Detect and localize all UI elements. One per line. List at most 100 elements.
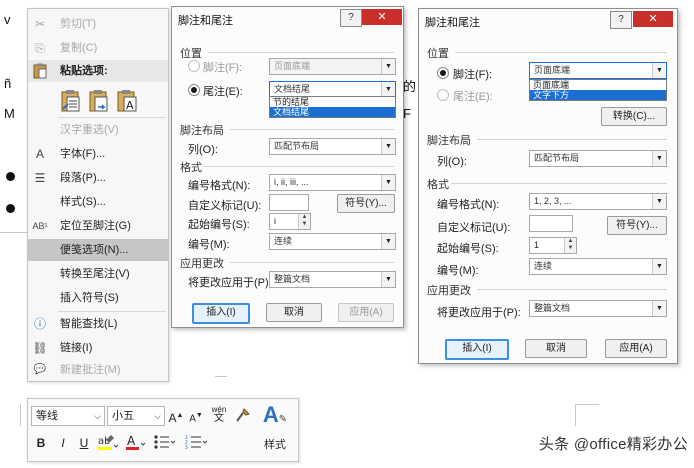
select-value: i, ii, iii, ...: [274, 177, 309, 187]
menu-header-paste-options: 粘贴选项:: [28, 60, 168, 82]
number-format-label: 编号格式(N):: [437, 199, 500, 211]
endnote-radio[interactable]: [188, 84, 200, 96]
section-divider: [455, 52, 667, 53]
spin-arrows-icon[interactable]: ▲ ▼: [564, 238, 576, 253]
font-name-select[interactable]: 等线 ⌵: [31, 406, 105, 426]
chevron-down-icon: ▼: [381, 82, 395, 97]
chevron-down-icon: ▼: [652, 151, 666, 166]
footnote-icon: AB¹: [32, 221, 48, 231]
start-at-stepper[interactable]: 1 ▲ ▼: [529, 237, 577, 254]
section-format: 格式: [427, 179, 449, 191]
start-at-stepper[interactable]: i ▲ ▼: [269, 213, 311, 230]
footnote-position-select[interactable]: 页面底端 ▼: [269, 58, 396, 75]
menu-item-copy[interactable]: ⎘ 复制(C): [28, 37, 168, 59]
numbering-label: 编号(M):: [188, 239, 230, 251]
grow-font-icon[interactable]: A▲: [168, 408, 184, 426]
menu-item-note-options[interactable]: 便笺选项(N)...: [28, 239, 168, 261]
menu-item-new-comment[interactable]: 💬 新建批注(M): [28, 359, 168, 381]
help-button[interactable]: ?: [340, 9, 362, 27]
format-painter-icon[interactable]: [234, 407, 252, 427]
convert-button[interactable]: 转换(C)...: [601, 107, 667, 126]
document-rule: [215, 376, 227, 377]
menu-item-cut[interactable]: ✂ 剪切(T): [28, 13, 168, 35]
phonetic-guide-icon[interactable]: wén 文: [208, 405, 230, 424]
select-value: 匹配节布局: [534, 153, 580, 163]
close-button[interactable]: ✕: [362, 9, 402, 25]
menu-item-smart-lookup[interactable]: ⓘ 智能查找(L): [28, 313, 168, 335]
menu-item-label: 新建批注(M): [60, 364, 121, 376]
chevron-down-icon: ▼: [652, 194, 666, 209]
highlight-color-icon[interactable]: ab: [96, 433, 120, 455]
apply-to-select[interactable]: 整篇文档 ▼: [529, 300, 667, 317]
section-position: 位置: [180, 48, 202, 60]
close-button[interactable]: ✕: [633, 11, 673, 27]
cancel-button[interactable]: 取消: [266, 303, 322, 322]
menu-item-link[interactable]: ⛓ 链接(I): [28, 337, 168, 359]
watermark: 头条 @office精彩办公: [538, 436, 688, 453]
styles-icon[interactable]: A✎: [258, 403, 292, 432]
paste-text-only-icon[interactable]: A: [116, 89, 140, 113]
dropdown-option-selected[interactable]: 文字下方: [530, 90, 666, 100]
mini-toolbar: 等线 ⌵ 小五 ⌵ A▲ A▼ wén 文 A✎ 样式 B I U ab A 123: [27, 398, 299, 462]
custom-mark-input[interactable]: [269, 194, 309, 211]
insert-button[interactable]: 插入(I): [192, 303, 250, 324]
paragraph-icon: ☰: [34, 171, 46, 185]
menu-item-goto-footnote[interactable]: AB¹ 定位至脚注(G): [28, 215, 168, 237]
chevron-down-icon: ▼: [652, 63, 666, 78]
symbol-button[interactable]: 符号(Y)...: [607, 216, 667, 235]
menu-separator: [58, 117, 166, 118]
styles-label: 样式: [264, 439, 286, 451]
apply-to-select[interactable]: 整篇文档 ▼: [269, 271, 396, 288]
underline-button[interactable]: U: [77, 435, 91, 451]
menu-item-font[interactable]: A 字体(F)...: [28, 143, 168, 165]
columns-select[interactable]: 匹配节布局 ▼: [529, 150, 667, 167]
paste-merge-format-icon[interactable]: [88, 89, 112, 113]
select-value: 页面底端: [274, 61, 311, 71]
section-divider: [477, 139, 667, 140]
dropdown-option[interactable]: 页面底端: [530, 80, 666, 90]
bold-button[interactable]: B: [34, 435, 48, 451]
menu-item-style[interactable]: 样式(S)...: [28, 191, 168, 213]
menu-separator: [58, 311, 166, 312]
italic-button[interactable]: I: [56, 435, 70, 451]
chevron-down-icon: ▼: [381, 59, 395, 74]
footnote-radio[interactable]: [188, 60, 200, 72]
menu-item-label: 汉字重选(V): [60, 124, 119, 136]
apply-button[interactable]: 应用(A): [338, 303, 394, 322]
symbol-button[interactable]: 符号(Y)...: [337, 194, 395, 213]
numbering-select[interactable]: 连续 ▼: [269, 233, 396, 250]
select-value: 小五: [112, 410, 134, 422]
menu-item-paragraph[interactable]: ☰ 段落(P)...: [28, 167, 168, 189]
footnote-radio[interactable]: [437, 67, 449, 79]
menu-item-label: 粘贴选项:: [60, 65, 108, 77]
columns-label: 列(O):: [437, 156, 467, 168]
custom-mark-input[interactable]: [529, 215, 573, 232]
svg-text:A: A: [127, 434, 136, 448]
menu-item-hanzi-reselect[interactable]: 汉字重选(V): [28, 119, 168, 141]
grow-font-label: A: [168, 411, 177, 425]
menu-item-label: 样式(S)...: [60, 196, 106, 208]
bullet-icon: [6, 204, 15, 213]
menu-item-insert-symbol[interactable]: 插入符号(S): [28, 287, 168, 309]
font-size-select[interactable]: 小五 ⌵: [107, 406, 165, 426]
dropdown-option-selected[interactable]: 文档结尾: [270, 107, 395, 117]
cancel-button[interactable]: 取消: [525, 339, 587, 358]
endnote-radio[interactable]: [437, 89, 449, 101]
footnote-position-select[interactable]: 页面底端 ▼: [529, 62, 667, 79]
numbering-select[interactable]: 连续 ▼: [529, 258, 667, 275]
bullets-icon[interactable]: [152, 433, 178, 455]
paste-keep-format-icon[interactable]: [60, 89, 84, 113]
dropdown-option[interactable]: 节的结尾: [270, 97, 395, 107]
spin-arrows-icon[interactable]: ▲ ▼: [298, 214, 310, 229]
menu-item-convert-to-endnote[interactable]: 转换至尾注(V): [28, 263, 168, 285]
insert-button[interactable]: 插入(I): [445, 339, 509, 360]
columns-select[interactable]: 匹配节布局 ▼: [269, 138, 396, 155]
help-button[interactable]: ?: [610, 11, 632, 29]
section-divider: [477, 289, 667, 290]
number-format-select[interactable]: i, ii, iii, ... ▼: [269, 174, 396, 191]
number-format-select[interactable]: 1, 2, 3, ... ▼: [529, 193, 667, 210]
shrink-font-icon[interactable]: A▼: [188, 408, 204, 427]
numbering-icon[interactable]: 123: [184, 433, 210, 455]
apply-button[interactable]: 应用(A): [605, 339, 667, 358]
font-color-icon[interactable]: A: [124, 433, 148, 455]
